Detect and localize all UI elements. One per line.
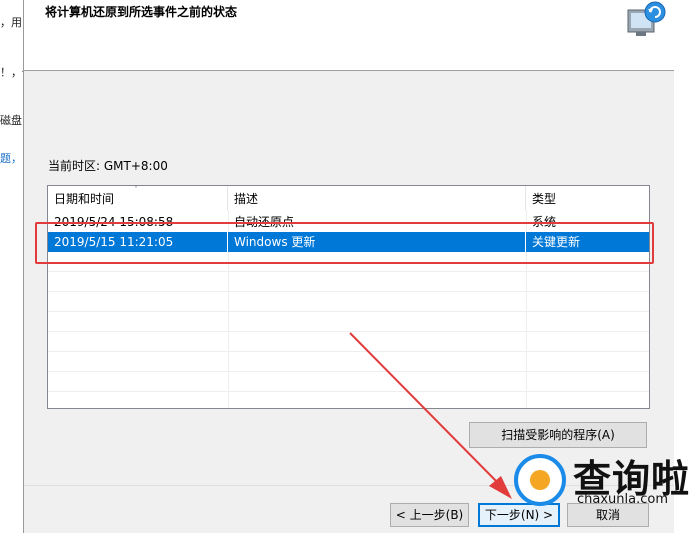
watermark-logo-icon <box>514 454 566 506</box>
empty-row <box>48 292 649 312</box>
scan-affected-programs-button[interactable]: 扫描受影响的程序(A) <box>469 422 647 448</box>
table-header: 日期和时间 ˅ 描述 类型 <box>48 186 649 210</box>
column-label: 描述 <box>234 192 259 206</box>
empty-row <box>48 332 649 352</box>
background-text: 磁盘 <box>0 114 22 127</box>
sort-indicator-icon: ˅ <box>134 185 138 194</box>
annotation-highlight-box <box>35 222 654 264</box>
restore-points-table: 日期和时间 ˅ 描述 类型 2019/5/24 15:08:58 自动还原点 系… <box>47 185 650 409</box>
background-link[interactable]: 题， <box>0 150 22 166</box>
column-label: 日期和时间 <box>54 192 115 206</box>
page-title: 将计算机还原到所选事件之前的状态 <box>45 5 238 19</box>
empty-row <box>48 372 649 392</box>
column-header-description[interactable]: 描述 <box>228 186 526 210</box>
back-button[interactable]: < 上一步(B) <box>390 503 469 527</box>
timezone-label: 当前时区: GMT+8:00 <box>48 159 168 173</box>
watermark-logo-dot <box>530 470 550 490</box>
empty-row <box>48 312 649 332</box>
watermark: 查询啦 chaxunla.com <box>511 448 689 514</box>
dialog-header: 将计算机还原到所选事件之前的状态 <box>24 0 675 71</box>
empty-row <box>48 272 649 292</box>
background-text: ，用 <box>0 16 22 29</box>
empty-row <box>48 352 649 372</box>
background-text: ！，但 <box>0 66 24 79</box>
column-label: 类型 <box>532 192 557 206</box>
watermark-url: chaxunla.com <box>577 492 668 507</box>
system-restore-icon <box>627 1 666 36</box>
column-header-type[interactable]: 类型 <box>526 186 649 210</box>
background-window: ，用 ！，但 磁盘 题， <box>0 0 24 533</box>
column-header-datetime[interactable]: 日期和时间 ˅ <box>48 186 228 210</box>
